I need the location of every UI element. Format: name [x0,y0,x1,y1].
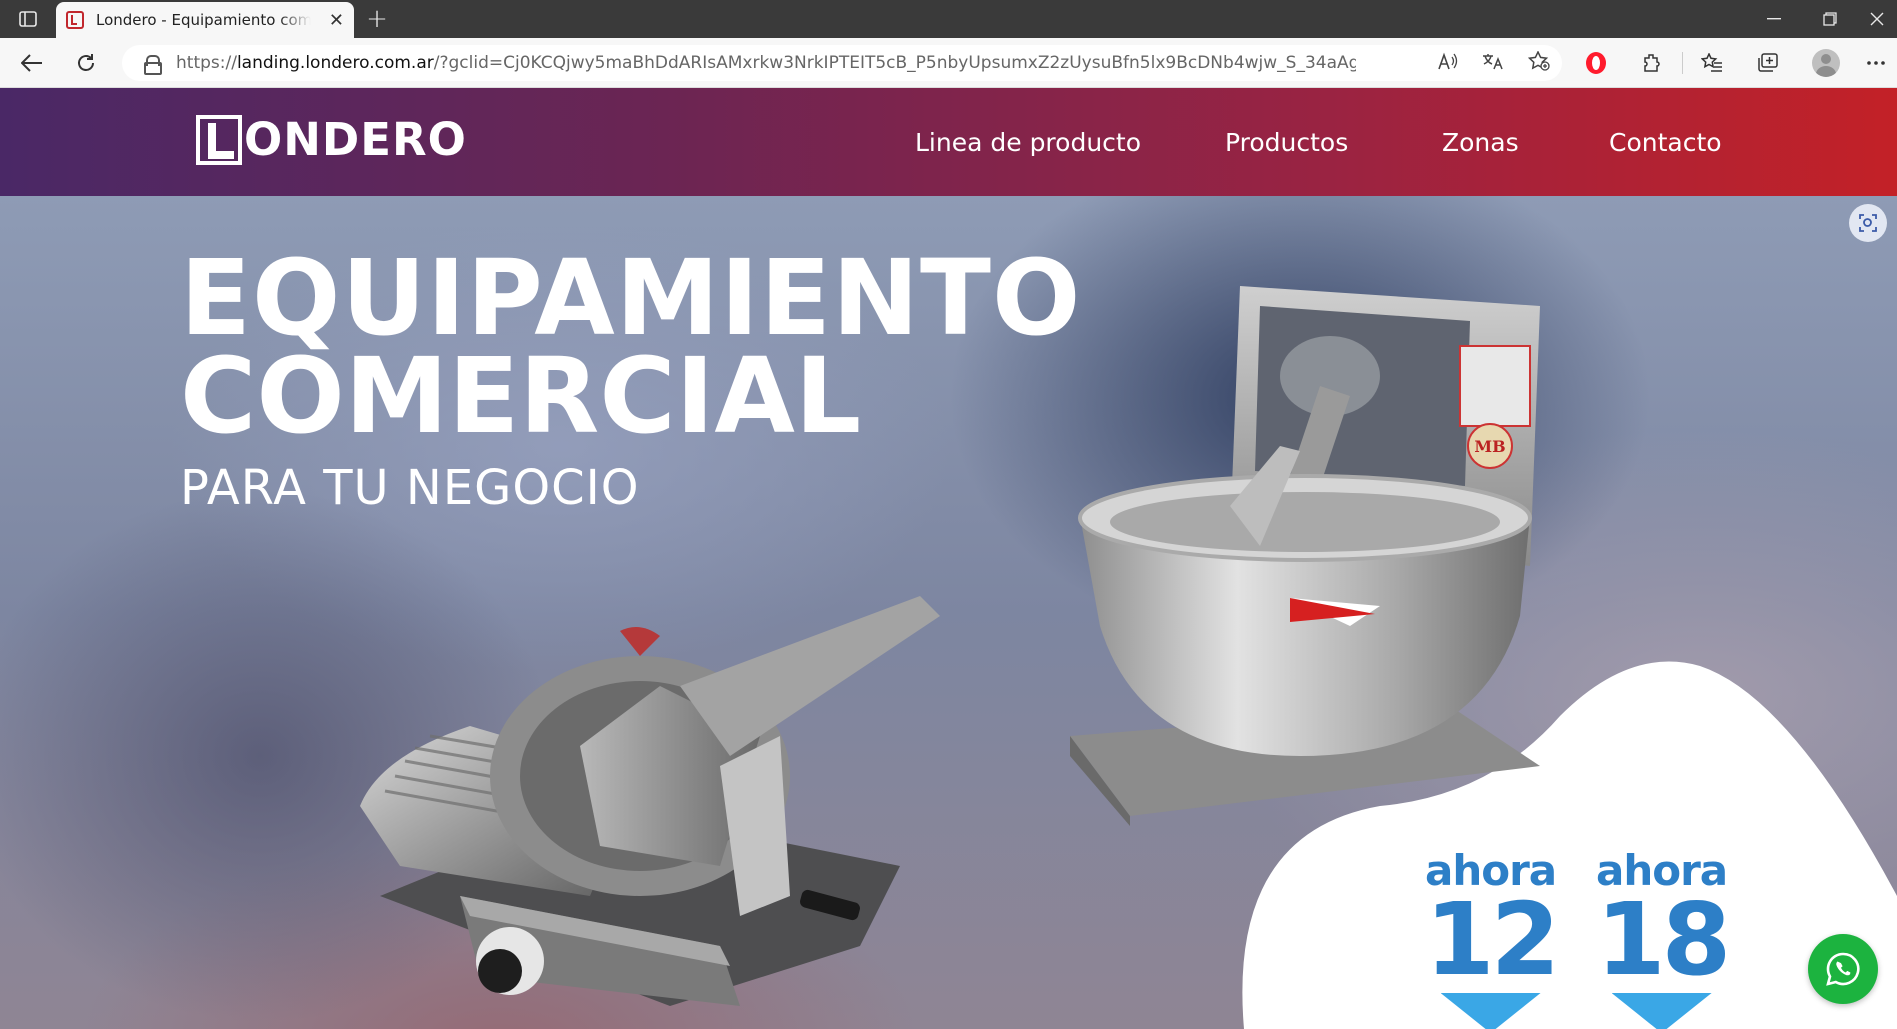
nav-link-linea-de-producto[interactable]: Linea de producto [915,88,1141,196]
promo-number: 12 [1425,881,1560,998]
read-aloud-icon[interactable] [1438,52,1458,75]
refresh-icon[interactable] [66,38,106,88]
lock-icon[interactable] [144,55,162,75]
whatsapp-button[interactable] [1808,934,1878,1004]
logo-text: ONDERO [244,113,467,166]
opera-extension-icon[interactable] [1574,38,1618,88]
nav-link-contacto[interactable]: Contacto [1609,88,1722,196]
more-menu-icon[interactable] [1858,38,1894,88]
url-text[interactable]: https://landing.londero.com.ar/?gclid=Cj… [176,53,1356,73]
headline-line-3: PARA TU NEGOCIO [180,460,640,516]
browser-toolbar: https://landing.londero.com.ar/?gclid=Cj… [0,38,1897,88]
tab-actions-icon[interactable] [10,0,46,38]
restore-icon[interactable] [1802,0,1858,38]
extensions-icon[interactable] [1630,38,1674,88]
back-icon[interactable] [12,38,52,88]
hero-headline: EQUIPAMIENTO COMERCIAL PARA TU NEGOCIO [180,246,1081,512]
site-favicon-icon [66,11,84,29]
browser-titlebar: Londero - Equipamiento comercial ✕ + [0,0,1897,38]
window-close-icon[interactable] [1856,0,1897,38]
arrow-down-icon [1611,993,1712,1029]
browser-tab-active[interactable]: Londero - Equipamiento comercial ✕ [56,2,354,38]
nav-link-productos[interactable]: Productos [1225,88,1348,196]
profile-avatar[interactable] [1804,38,1848,88]
url-host: landing.londero.com.ar [236,53,434,73]
meat-slicer-image [360,596,940,1006]
tab-close-icon[interactable]: ✕ [329,10,344,31]
nav-link-zonas[interactable]: Zonas [1442,88,1519,196]
address-bar[interactable]: https://landing.londero.com.ar/?gclid=Cj… [122,45,1562,81]
whatsapp-icon [1826,952,1860,986]
toolbar-separator [1682,52,1683,74]
promo-number: 18 [1596,881,1731,998]
favorites-icon[interactable] [1690,38,1734,88]
visual-search-icon[interactable] [1849,204,1887,242]
headline-line-2: COMERCIAL [180,335,862,457]
site-header: ONDERO Linea de producto Productos Zonas… [0,88,1897,196]
nav-link-label[interactable]: Contacto [1609,128,1722,157]
minimize-icon[interactable] [1746,0,1802,38]
hero-banner: EQUIPAMIENTO COMERCIAL PARA TU NEGOCIO M… [0,196,1897,1029]
collections-icon[interactable] [1746,38,1790,88]
translate-icon[interactable] [1482,52,1504,75]
nav-link-label[interactable]: Linea de producto [915,128,1141,157]
tab-title: Londero - Equipamiento comercial [96,11,311,29]
arrow-down-icon [1440,993,1541,1029]
add-favorite-icon[interactable] [1527,49,1550,76]
promo-12-installments[interactable]: ahora 12 [1425,846,1560,1029]
nav-link-label[interactable]: Productos [1225,128,1348,157]
url-scheme: https:// [176,53,237,73]
mixer-badge-text: MB [1474,437,1505,456]
logo-l-mark [196,115,242,165]
londero-logo[interactable]: ONDERO [196,114,467,166]
url-query: /?gclid=Cj0KCQjwy5maBhDdARIsAMxrkw3NrkIP… [433,53,1356,73]
nav-link-label[interactable]: Zonas [1442,128,1519,157]
dough-mixer-image: MB [1070,286,1540,826]
promo-18-installments[interactable]: ahora 18 [1596,846,1731,1029]
new-tab-button[interactable]: + [362,0,392,38]
